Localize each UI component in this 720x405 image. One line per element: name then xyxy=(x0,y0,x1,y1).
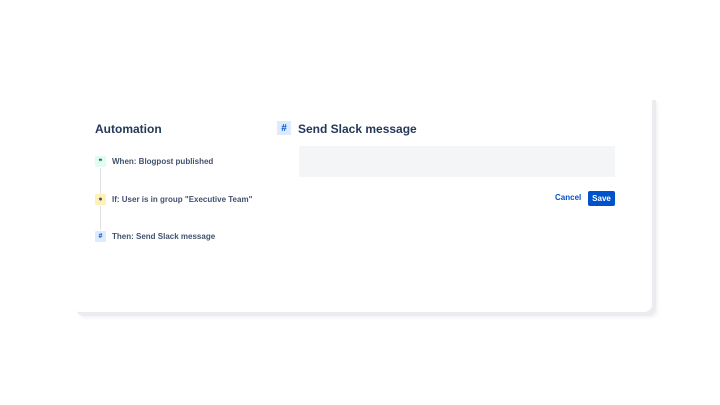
step-connector xyxy=(100,206,101,230)
step-connector xyxy=(100,168,101,194)
message-input[interactable] xyxy=(299,146,615,177)
step-action[interactable]: # Then: Send Slack message xyxy=(95,231,215,242)
cancel-button[interactable]: Cancel xyxy=(555,193,581,202)
user-icon: ● xyxy=(95,194,106,205)
step-label: When: Blogpost published xyxy=(112,157,214,166)
step-label: Then: Send Slack message xyxy=(112,232,216,241)
quote-icon: ❞ xyxy=(95,156,106,167)
editor-title: Send Slack message xyxy=(298,122,417,136)
save-button[interactable]: Save xyxy=(588,191,615,206)
step-trigger[interactable]: ❞ When: Blogpost published xyxy=(95,156,213,167)
step-label: If: User is in group "Executive Team" xyxy=(112,195,253,204)
slack-icon: # xyxy=(95,231,106,242)
step-condition[interactable]: ● If: User is in group "Executive Team" xyxy=(95,194,252,205)
slack-icon: # xyxy=(277,121,291,135)
sidebar-title: Automation xyxy=(95,122,162,136)
